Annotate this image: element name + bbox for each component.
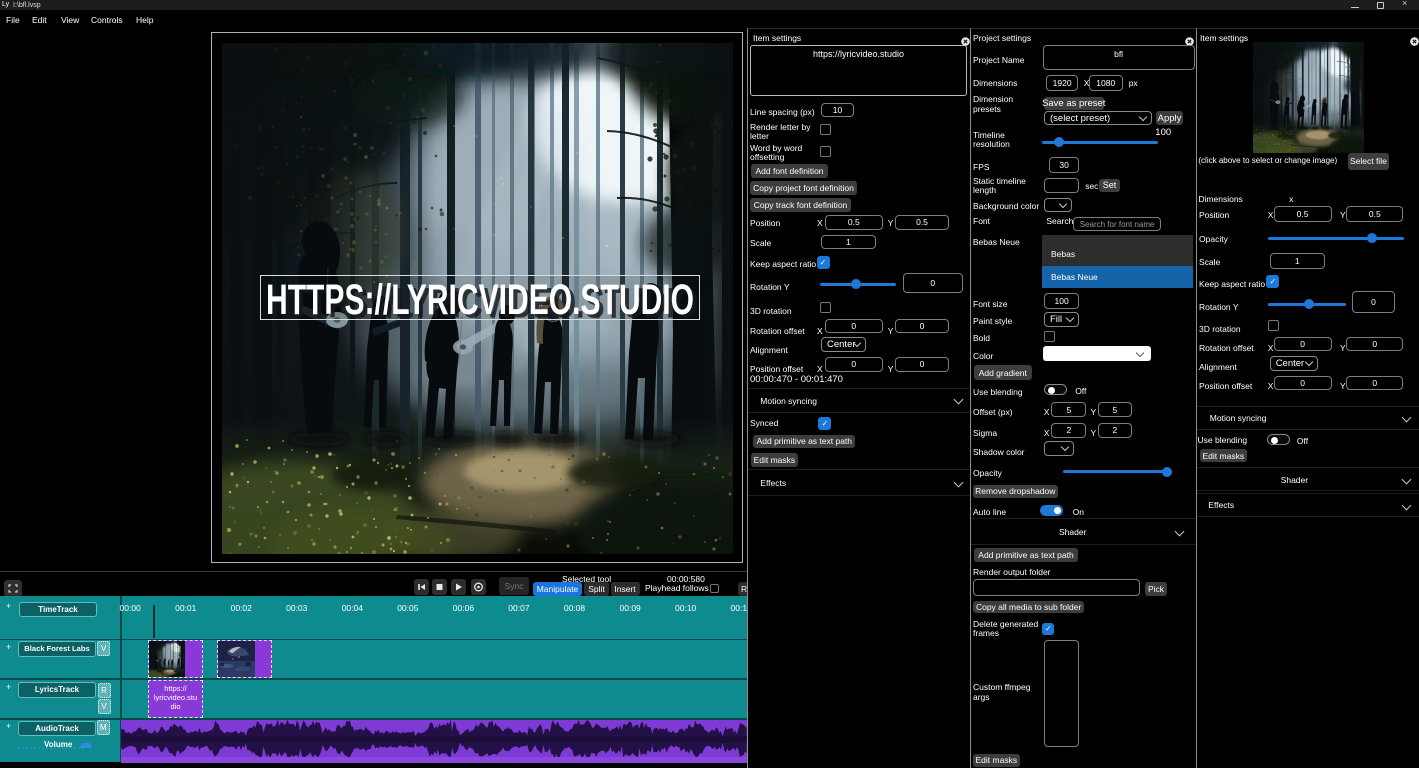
svg-text:HTTPS://LYRICVIDEO.STUDIO: HTTPS://LYRICVIDEO.STUDIO bbox=[266, 277, 694, 324]
